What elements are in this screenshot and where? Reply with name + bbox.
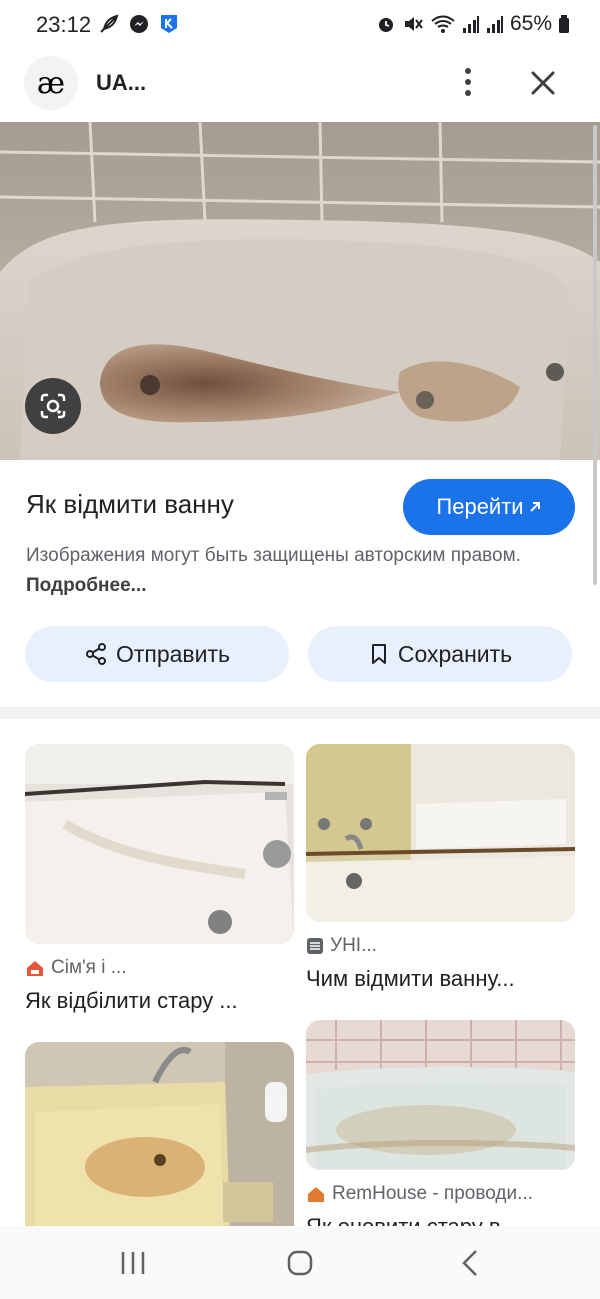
- more-dot-icon: [465, 79, 471, 85]
- copyright-notice: Изображения могут быть защищены авторски…: [26, 541, 566, 601]
- share-button[interactable]: Отправить: [25, 626, 289, 682]
- related-source-label: RemHouse - проводи...: [332, 1183, 533, 1204]
- related-thumb-2[interactable]: [306, 744, 575, 922]
- mute-icon: [404, 17, 423, 31]
- notification-icons: [98, 13, 180, 35]
- related-source-4[interactable]: RemHouse - проводи...: [306, 1183, 533, 1205]
- related-image-4: [306, 1020, 575, 1170]
- battery-percent: 65%: [509, 12, 552, 35]
- related-thumb-3[interactable]: [25, 1042, 294, 1226]
- share-label: Отправить: [115, 640, 231, 667]
- more-info-link[interactable]: Подробнее...: [26, 575, 146, 596]
- home-icon: [287, 1250, 313, 1276]
- arrow-icon: [529, 502, 540, 512]
- main-image[interactable]: [0, 122, 600, 460]
- messenger-notification-icon: [130, 15, 148, 33]
- wifi-icon: [431, 15, 455, 33]
- related-source-1[interactable]: Сім'я і ...: [25, 957, 127, 979]
- related-thumb-4[interactable]: [306, 1020, 575, 1170]
- related-image-2: [306, 744, 575, 922]
- feather-notification-icon: [100, 14, 119, 33]
- back-icon: [462, 1250, 477, 1276]
- scrollbar[interactable]: [593, 125, 597, 585]
- status-time: 23:12: [36, 12, 92, 37]
- related-title-4[interactable]: Як оновити стару в...: [306, 1214, 519, 1226]
- save-label: Сохранить: [397, 640, 513, 667]
- close-icon[interactable]: [524, 64, 562, 102]
- system-nav-bar: [0, 1226, 600, 1299]
- copyright-text: Изображения могут быть защищены авторски…: [26, 545, 521, 566]
- more-dot-icon: [465, 68, 471, 74]
- app-k-notification-icon: [161, 15, 177, 33]
- visit-button[interactable]: Перейти: [403, 479, 575, 535]
- alarm-icon: [378, 18, 393, 32]
- site-logo[interactable]: æ: [24, 56, 78, 110]
- related-source-label: УНІ...: [330, 935, 377, 956]
- result-title: Як відмити ванну: [26, 489, 234, 519]
- related-source-2[interactable]: УНІ...: [306, 935, 377, 957]
- bookmark-icon: [371, 644, 386, 664]
- related-title-2[interactable]: Чим відмити ванну...: [306, 966, 515, 992]
- share-icon: [85, 643, 106, 665]
- related-thumb-1[interactable]: [25, 744, 294, 944]
- home-button[interactable]: [285, 1248, 315, 1278]
- site-name[interactable]: UA...: [96, 70, 146, 96]
- viewer-header: æ UA...: [0, 50, 600, 122]
- lens-search-button[interactable]: [25, 378, 81, 434]
- related-source-label: Сім'я і ...: [51, 957, 127, 978]
- more-dot-icon: [465, 90, 471, 96]
- status-right: 65%: [376, 12, 570, 36]
- recents-icon: [121, 1252, 145, 1274]
- lens-icon: [40, 393, 66, 419]
- section-divider: [0, 707, 600, 719]
- visit-label: Перейти: [436, 494, 524, 519]
- bathtub-photo: [0, 122, 600, 460]
- more-options-button[interactable]: [452, 64, 484, 100]
- site-favicon-icon: [307, 938, 323, 954]
- related-title-1[interactable]: Як відбілити стару ...: [25, 988, 238, 1014]
- site-favicon-icon: [27, 961, 43, 976]
- status-bar: 23:12 65%: [0, 0, 600, 50]
- related-image-3: [25, 1042, 294, 1226]
- site-favicon-icon: [308, 1187, 324, 1202]
- signal-icon-1: [462, 16, 479, 33]
- related-image-1: [25, 744, 294, 944]
- back-button[interactable]: [455, 1248, 485, 1278]
- save-button[interactable]: Сохранить: [308, 626, 572, 682]
- signal-icon-2: [486, 16, 503, 33]
- recents-button[interactable]: [118, 1248, 148, 1278]
- battery-icon: [559, 15, 569, 33]
